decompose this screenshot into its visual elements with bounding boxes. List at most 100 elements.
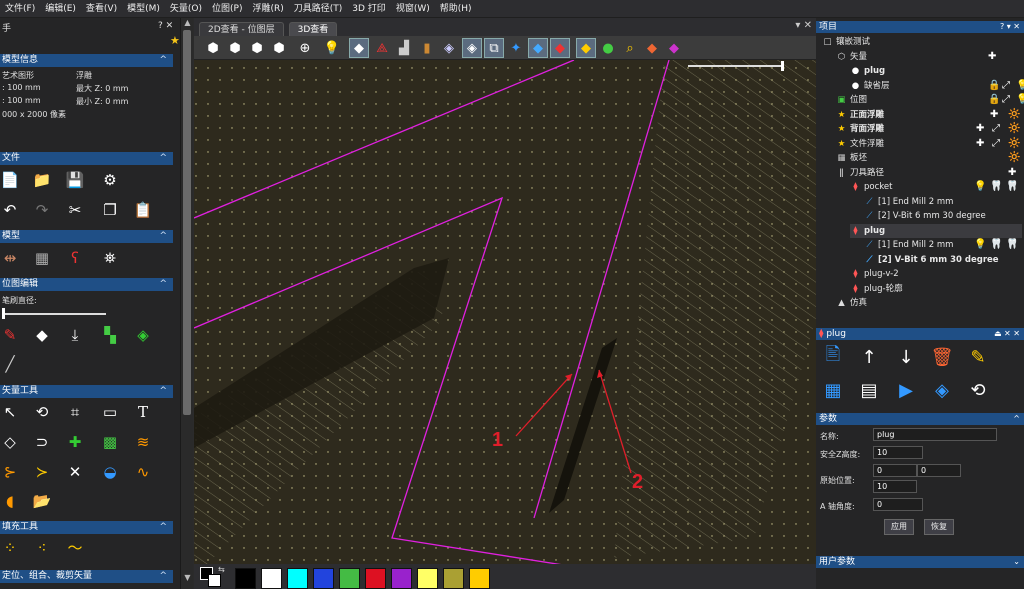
- user-parameters-header[interactable]: 用户参数 ⌄: [816, 556, 1024, 568]
- edit-toolpath-icon[interactable]: 🖹: [821, 344, 845, 369]
- scroll-thumb[interactable]: [183, 30, 191, 415]
- color-swatch[interactable]: [235, 568, 256, 589]
- move-up-icon[interactable]: ↑: [857, 345, 881, 369]
- tree-row[interactable]: ⬡ 矢量: [836, 50, 867, 64]
- menu-item[interactable]: 矢量(O): [165, 0, 207, 18]
- favorite-star-icon[interactable]: ★: [170, 34, 180, 47]
- file-header[interactable]: 文件 ^: [0, 152, 173, 165]
- vector-folder-icon[interactable]: 📂: [32, 491, 52, 511]
- model-info-header[interactable]: 模型信息 ^: [0, 54, 173, 67]
- toolpath-panel-header[interactable]: ⧫ plug ⏏ ✕ ✕: [816, 328, 1024, 340]
- tree-row[interactable]: ǁ 刀具路径: [836, 166, 884, 180]
- tree-row[interactable]: ● 缺省层: [850, 79, 890, 93]
- a-axis-field[interactable]: 0: [873, 498, 923, 511]
- menu-item[interactable]: 帮助(H): [435, 0, 477, 18]
- tree-row[interactable]: ⧫ pocket: [850, 180, 892, 194]
- move-back-relief-icon[interactable]: ⤢: [992, 138, 1000, 150]
- tree-row[interactable]: ● plug: [850, 64, 885, 78]
- tree-row[interactable]: ⧫ plug: [850, 223, 1022, 238]
- chamfer-icon[interactable]: ≻: [32, 462, 52, 482]
- save-toolpath-icon[interactable]: ▶: [894, 378, 918, 402]
- slab-icon[interactable]: ◈: [439, 38, 459, 58]
- tree-row[interactable]: ★ 正面浮雕: [836, 108, 884, 122]
- color-swatch[interactable]: [443, 568, 464, 589]
- visible-plug-icon[interactable]: 💡: [1016, 80, 1024, 92]
- toolpath-tooth-icon[interactable]: 🦷: [990, 181, 1002, 193]
- axis-icon[interactable]: ⟁: [372, 38, 392, 58]
- apply-button[interactable]: 应用: [884, 519, 914, 535]
- lock-plug-icon[interactable]: 🔒: [988, 80, 1000, 92]
- scroll-down-icon[interactable]: ▼: [181, 573, 194, 582]
- view-tab[interactable]: 3D查看: [288, 22, 338, 36]
- menu-item[interactable]: 位图(P): [207, 0, 247, 18]
- color-swatch[interactable]: [261, 568, 282, 589]
- sim-material-icon[interactable]: ◆: [576, 38, 596, 58]
- plug-tooth-icon[interactable]: 🦷: [990, 239, 1002, 251]
- select-arrow-icon[interactable]: ↖: [0, 402, 20, 422]
- pattern-fill-icon[interactable]: ⁘: [0, 538, 20, 558]
- color-swatch[interactable]: [391, 568, 412, 589]
- material-icon[interactable]: ▮: [417, 38, 437, 58]
- tree-row[interactable]: ▲ 仿真: [836, 296, 867, 310]
- model-size-icon[interactable]: ⇹: [0, 248, 20, 268]
- color-swatch[interactable]: [287, 568, 308, 589]
- swap-colors-icon[interactable]: ⇆: [218, 565, 225, 574]
- toolpath-tooth2-icon[interactable]: 🦷: [1006, 181, 1018, 193]
- delete-toolpath-icon[interactable]: 🗑: [930, 345, 954, 369]
- model-header[interactable]: 模型 ^: [0, 230, 173, 243]
- restore-button[interactable]: 恢复: [924, 519, 954, 535]
- background-color[interactable]: [208, 574, 221, 587]
- safe-z-field[interactable]: 10: [873, 446, 923, 459]
- transform-icon[interactable]: ⟲: [32, 402, 52, 422]
- plug-tooth2-icon[interactable]: 🦷: [1006, 239, 1018, 251]
- light-bulb-icon[interactable]: 💡: [322, 38, 342, 58]
- toolpath-canvas[interactable]: 1 2: [194, 18, 816, 589]
- move-down-icon[interactable]: ↓: [894, 345, 918, 369]
- menu-item[interactable]: 刀具路径(T): [289, 0, 348, 18]
- undo-icon[interactable]: ↶: [0, 200, 20, 220]
- tree-row[interactable]: ⧫ plug-轮廓: [850, 282, 902, 296]
- node-edit-icon[interactable]: ◇: [0, 432, 20, 452]
- lock-default-icon[interactable]: 🔒: [988, 94, 1000, 106]
- model-offset-icon[interactable]: ʕ: [65, 248, 85, 268]
- tree-row[interactable]: ★ 文件浮雕: [836, 137, 884, 151]
- transparency-slider-knob[interactable]: [781, 61, 784, 71]
- pencil-tool-icon[interactable]: ✎: [0, 325, 20, 345]
- mirror-vector-icon[interactable]: ◖: [0, 491, 20, 511]
- color-swatch[interactable]: [313, 568, 334, 589]
- path-fill-icon[interactable]: 〜: [65, 538, 85, 558]
- component-icon[interactable]: ▟: [394, 38, 414, 58]
- tree-row[interactable]: ⟋ [2] V-Bit 6 mm 30 degree: [864, 209, 986, 223]
- fillet-icon[interactable]: ⊱: [0, 462, 20, 482]
- left-panel-scrollbar[interactable]: ▲ ▼: [180, 18, 193, 589]
- scissors-vector-icon[interactable]: ✕: [65, 462, 85, 482]
- curve-fit-icon[interactable]: ∿: [133, 462, 153, 482]
- view-tab-controls[interactable]: ▾ ✕: [795, 20, 812, 31]
- simulate-toolpath-icon[interactable]: ◈: [930, 378, 954, 402]
- text-tool-icon[interactable]: T: [133, 402, 153, 422]
- settings-gear-icon[interactable]: ⚙: [100, 170, 120, 190]
- view-tab[interactable]: 2D查看 - 位图层: [199, 22, 284, 36]
- file-relief-visible-icon[interactable]: 🔆: [1008, 152, 1020, 164]
- fill-tools-header[interactable]: 填充工具 ^: [0, 521, 173, 534]
- color-map-icon[interactable]: ◆: [664, 38, 684, 58]
- brush-slider-knob[interactable]: [2, 308, 5, 319]
- tree-row[interactable]: ▦ 板坯: [836, 151, 867, 165]
- menu-item[interactable]: 浮雕(R): [247, 0, 288, 18]
- origin-z-field[interactable]: 10: [873, 480, 917, 493]
- view-iso-icon[interactable]: ⬢: [203, 38, 223, 58]
- color-swatch[interactable]: [339, 568, 360, 589]
- paste-icon[interactable]: 📋: [133, 200, 153, 220]
- color-swatch[interactable]: [469, 568, 490, 589]
- add-bitmap-icon[interactable]: ✚: [990, 109, 998, 121]
- parameters-header[interactable]: 参数 ^: [816, 413, 1024, 425]
- show-relief-icon[interactable]: ◆: [349, 38, 369, 58]
- position-tools-header[interactable]: 定位、组合、裁剪矢量 ^: [0, 570, 173, 583]
- back-relief-visible-icon[interactable]: 🔆: [1008, 138, 1020, 150]
- bitmap-fill-icon[interactable]: ◈: [133, 325, 153, 345]
- tree-row[interactable]: ▣ 位图: [836, 93, 867, 107]
- array-fill-icon[interactable]: ⁖: [32, 538, 52, 558]
- summary-sheet-icon[interactable]: ▤: [857, 378, 881, 402]
- plug-bulb-icon[interactable]: 💡: [974, 239, 986, 251]
- view-top-icon[interactable]: ⬢: [225, 38, 245, 58]
